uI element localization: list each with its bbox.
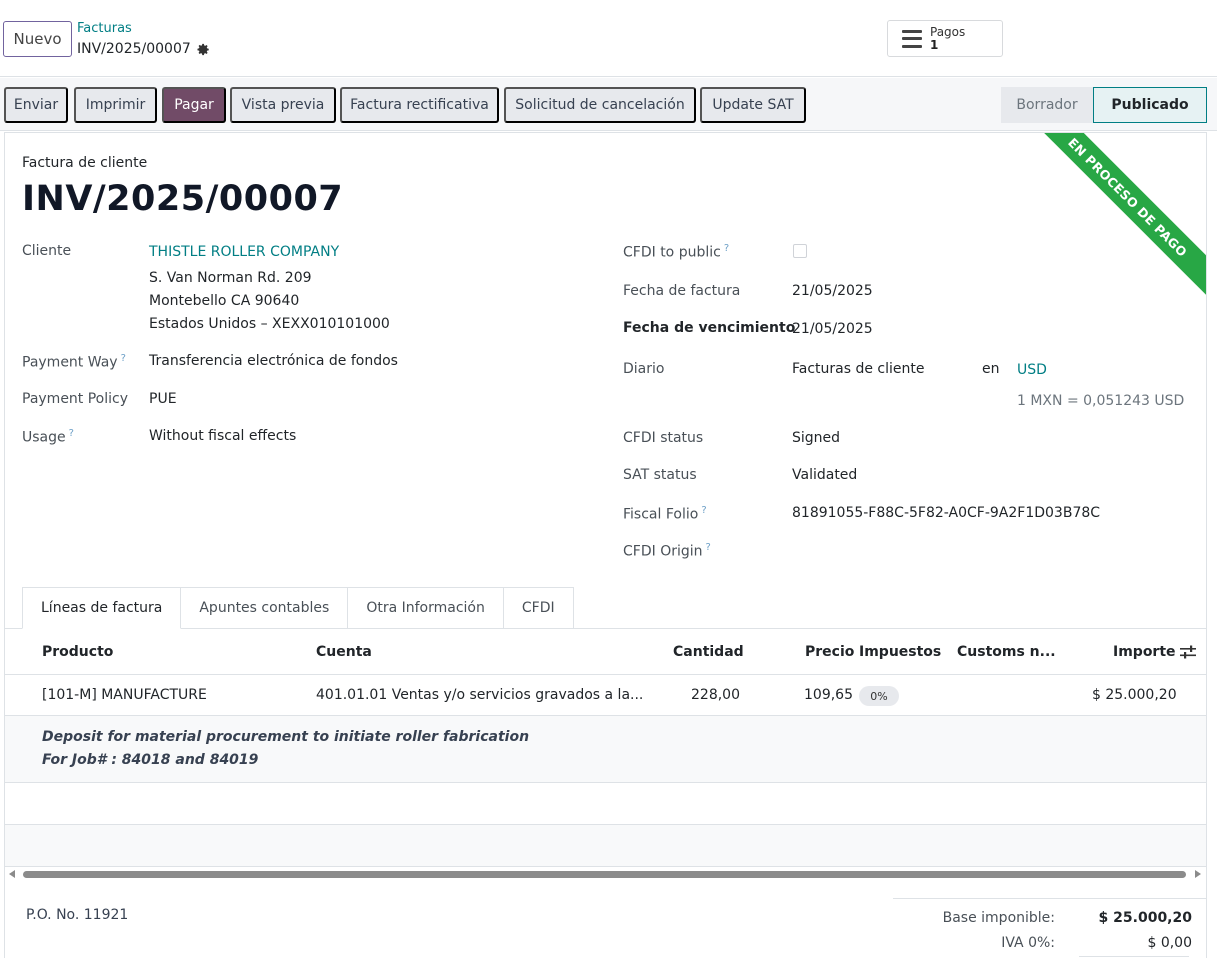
cfdi-status-value: Signed <box>792 430 841 446</box>
smart-button-value: 1 <box>930 37 939 52</box>
column-amount[interactable]: Importe <box>1113 644 1176 660</box>
page-title: INV/2025/00007 <box>22 179 344 219</box>
invoice-date-field[interactable]: 21/05/2025 <box>792 283 873 299</box>
horizontal-scrollbar[interactable] <box>5 867 1206 881</box>
column-settings-icon[interactable] <box>1180 645 1196 659</box>
breadcrumb-current: INV/2025/00007 <box>77 41 210 57</box>
help-icon[interactable]: ? <box>724 243 729 254</box>
status-ribbon: EN PROCESO DE PAGO <box>1026 133 1206 299</box>
base-amount-value: $ 25.000,20 <box>1098 910 1192 926</box>
usage-label: Usage? <box>22 428 74 446</box>
row-product[interactable]: [101-M] MANUFACTURE <box>42 687 207 703</box>
form-sheet: EN PROCESO DE PAGO Factura de cliente IN… <box>4 132 1207 958</box>
base-amount-label: Base imponible: <box>942 910 1055 926</box>
cancel-request-button[interactable]: Solicitud de cancelación <box>504 87 696 123</box>
payment-way-field[interactable]: Transferencia electrónica de fondos <box>149 353 398 369</box>
new-button[interactable]: Nuevo <box>3 21 72 57</box>
journal-label: Diario <box>623 361 665 377</box>
due-date-field[interactable]: 21/05/2025 <box>792 321 873 337</box>
tab-other-info[interactable]: Otra Información <box>348 587 504 629</box>
breadcrumb-current-label: INV/2025/00007 <box>77 41 191 57</box>
state-posted[interactable]: Publicado <box>1093 87 1207 123</box>
tab-invoice-lines[interactable]: Líneas de factura <box>22 587 182 629</box>
pay-button[interactable]: Pagar <box>162 87 226 123</box>
help-icon[interactable]: ? <box>69 428 74 439</box>
column-taxes[interactable]: Impuestos <box>859 644 941 660</box>
customer-label: Cliente <box>22 243 72 259</box>
note-line-1: Deposit for material procurement to init… <box>42 729 530 745</box>
table-row[interactable]: [101-M] MANUFACTURE 401.01.01 Ventas y/o… <box>5 675 1206 716</box>
preview-button[interactable]: Vista previa <box>230 87 336 123</box>
sat-status-label: SAT status <box>623 467 697 483</box>
notebook-tabs: Líneas de factura Apuntes contables Otra… <box>22 587 574 629</box>
scroll-right-arrow-icon[interactable] <box>1195 870 1201 878</box>
due-date-label: Fecha de vencimiento <box>623 320 796 336</box>
exchange-rate: 1 MXN = 0,051243 USD <box>1017 393 1185 409</box>
table-empty-row <box>5 783 1206 825</box>
totals-divider <box>1079 956 1189 957</box>
credit-note-button[interactable]: Factura rectificativa <box>340 87 499 123</box>
currency-link[interactable]: USD <box>1017 362 1047 378</box>
column-customs[interactable]: Customs n... <box>957 644 1056 660</box>
list-icon <box>902 29 922 48</box>
document-type: Factura de cliente <box>22 155 148 171</box>
po-note: P.O. No. 11921 <box>26 907 129 923</box>
payment-policy-label: Payment Policy <box>22 391 129 407</box>
gear-icon[interactable] <box>197 43 210 56</box>
cfdi-public-label: CFDI to public? <box>623 243 730 261</box>
fiscal-folio-value: 81891055-F88C-5F82-A0CF-9A2F1D03B78C <box>792 505 1101 521</box>
column-product[interactable]: Producto <box>42 644 113 660</box>
customer-address-line-2: Montebello CA 90640 <box>149 293 300 309</box>
tab-cfdi[interactable]: CFDI <box>503 587 574 629</box>
table-header: Producto Cuenta Cantidad Precio Impuesto… <box>5 629 1206 675</box>
sat-status-value: Validated <box>792 467 858 483</box>
fiscal-folio-label: Fiscal Folio? <box>623 505 707 523</box>
status-pipeline: Borrador Publicado <box>1001 87 1207 123</box>
row-amount: $ 25.000,20 <box>1092 687 1177 703</box>
table-empty-row <box>5 825 1206 867</box>
row-account[interactable]: 401.01.01 Ventas y/o servicios gravados … <box>316 687 643 703</box>
column-price[interactable]: Precio <box>805 644 854 660</box>
currency-in-label: en <box>982 361 1000 377</box>
control-panel: Nuevo Facturas INV/2025/00007 Pagos 1 <box>0 0 1217 77</box>
cfdi-status-label: CFDI status <box>623 430 704 446</box>
customer-address-line-1: S. Van Norman Rd. 209 <box>149 270 312 286</box>
payment-policy-field[interactable]: PUE <box>149 391 177 407</box>
tab-journal-items[interactable]: Apuntes contables <box>181 587 349 629</box>
help-icon[interactable]: ? <box>121 353 126 364</box>
note-line-2: For Job# : 84018 and 84019 <box>42 752 259 768</box>
scroll-left-arrow-icon[interactable] <box>9 870 15 878</box>
breadcrumb-parent[interactable]: Facturas <box>77 21 132 36</box>
payments-smart-button[interactable]: Pagos 1 <box>887 20 1003 57</box>
send-button[interactable]: Enviar <box>4 87 68 123</box>
customer-address-line-3: Estados Unidos – XEXX010101000 <box>149 316 390 332</box>
journal-field[interactable]: Facturas de cliente <box>792 361 925 377</box>
print-button[interactable]: Imprimir <box>74 87 157 123</box>
row-quantity[interactable]: 228,00 <box>691 687 740 703</box>
customer-link[interactable]: THISTLE ROLLER COMPANY <box>149 244 339 260</box>
table-row-note[interactable]: Deposit for material procurement to init… <box>5 716 1206 783</box>
help-icon[interactable]: ? <box>701 505 706 516</box>
row-price[interactable]: 109,65 <box>804 687 853 703</box>
smart-button-label: Pagos <box>930 24 966 39</box>
payment-way-label: Payment Way? <box>22 353 126 371</box>
state-draft[interactable]: Borrador <box>1001 87 1093 123</box>
help-icon[interactable]: ? <box>706 542 711 553</box>
column-quantity[interactable]: Cantidad <box>673 644 744 660</box>
totals-summary: Base imponible: $ 25.000,20 IVA 0%: $ 0,… <box>893 898 1206 958</box>
update-sat-button[interactable]: Update SAT <box>700 87 806 123</box>
scrollbar-thumb[interactable] <box>23 871 1186 878</box>
column-account[interactable]: Cuenta <box>316 644 372 660</box>
cfdi-public-checkbox[interactable] <box>793 244 807 258</box>
invoice-date-label: Fecha de factura <box>623 283 741 299</box>
iva-label: IVA 0%: <box>1001 935 1055 951</box>
iva-value: $ 0,00 <box>1147 935 1192 951</box>
cfdi-origin-label: CFDI Origin? <box>623 542 711 560</box>
tax-badge[interactable]: 0% <box>859 686 899 706</box>
statusbar: Enviar Imprimir Pagar Vista previa Factu… <box>0 78 1217 131</box>
usage-field[interactable]: Without fiscal effects <box>149 428 296 444</box>
